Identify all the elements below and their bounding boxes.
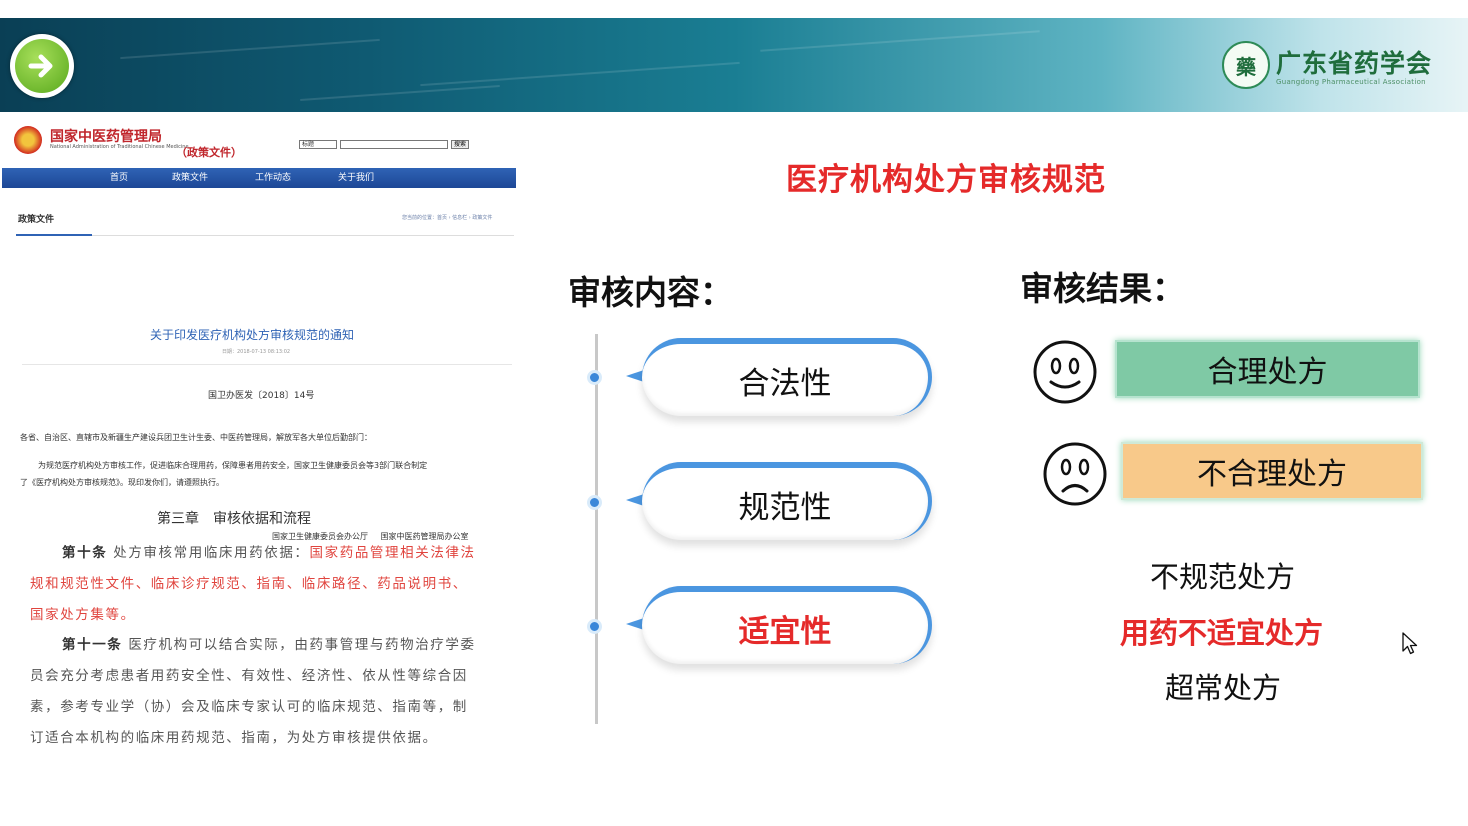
mouse-pointer-icon [1402,632,1418,655]
document-navbar: 首页 政策文件 工作动态 关于我们 [2,168,516,188]
window-top-strip [0,0,1468,18]
smiley-face-icon [1033,340,1097,404]
document-number: 国卫办医发〔2018〕14号 [208,391,315,401]
frown-face-icon [1043,442,1107,506]
nav-item-policy[interactable]: 政策文件 [172,168,208,188]
nav-item-about[interactable]: 关于我们 [338,168,374,188]
nav-item-home[interactable]: 首页 [110,168,128,188]
content-item-legality[interactable]: 合法性 [622,338,934,418]
org-name: 国家中医药管理局 [50,129,162,145]
next-slide-button[interactable] [10,34,74,98]
notice-divider [22,364,512,365]
panel-heading-underline [16,234,92,236]
article-10-text: 处方审核常用临床用药依据： [113,545,310,561]
brand-logo: 藥 广东省药学会 Guangdong Pharmaceutical Associ… [1222,40,1432,90]
content-item-label: 适宜性 [642,586,932,664]
doc-search: 标题 搜索 [299,140,469,149]
timeline-dot [587,370,602,385]
content-item-label: 规范性 [642,462,932,540]
search-button[interactable]: 搜索 [451,140,469,149]
article-10: 第十条 处方审核常用临床用药依据：国家药品管理相关法律法规和规范性文件、临床诊疗… [30,538,478,631]
timeline-dot [587,619,602,634]
brand-subtitle: Guangdong Pharmaceutical Association [1276,78,1426,86]
result-unreasonable[interactable]: 不合理处方 [1121,442,1423,500]
sub-item-excessive: 超常处方 [1165,671,1282,705]
article-10-lead: 第十条 [62,545,108,561]
breadcrumb[interactable]: 您当前的位置：首页 › 信息栏 › 政策文件 [402,214,492,221]
search-input[interactable] [340,140,448,149]
notice-title[interactable]: 关于印发医疗机构处方审核规范的通知 [150,326,354,343]
banner-streak [760,30,1040,52]
timeline-dot [587,495,602,510]
article-11-lead: 第十一条 [62,637,123,653]
slide-title: 医疗机构处方审核规范 [786,162,1106,198]
addressee: 各省、自治区、直辖市及新疆生产建设兵团卫生计生委、中医药管理局，解放军各大单位后… [20,433,372,442]
content-item-standardization[interactable]: 规范性 [622,462,934,542]
panel-heading: 政策文件 [18,215,55,225]
body-line-1: 为规范医疗机构处方审核工作，促进临床合理用药，保障患者用药安全，国家卫生健康委员… [38,461,428,470]
content-heading: 审核内容： [568,273,733,312]
notice-date: 日期：2018-07-13 08:13:02 [222,349,291,355]
result-heading: 审核结果： [1020,269,1185,308]
chapter-heading: 第三章 审核依据和流程 [157,511,311,527]
content-item-label: 合法性 [642,338,932,416]
article-11-text: 医疗机构可以结合实际，由药事管理与药物治疗学委员会充分考虑患者用药安全性、有效性… [30,637,476,746]
body-line-2: 了《医疗机构处方审核规范》。现印发你们，请遵照执行。 [20,478,224,487]
org-name-en: National Administration of Traditional C… [50,144,189,150]
content-item-appropriateness[interactable]: 适宜性 [622,586,934,666]
search-select[interactable]: 标题 [299,140,337,149]
timeline-line [595,334,598,724]
article-11: 第十一条 医疗机构可以结合实际，由药事管理与药物治疗学委员会充分考虑患者用药安全… [30,630,478,754]
banner-streak [300,85,500,101]
nav-item-news[interactable]: 工作动态 [255,168,291,188]
policy-tag: （政策文件） [176,146,242,159]
arrow-right-icon [15,39,69,93]
association-seal-icon: 藥 [1222,41,1270,89]
result-reasonable[interactable]: 合理处方 [1115,340,1420,398]
policy-document-screenshot: 国家中医药管理局 National Administration of Trad… [0,120,518,826]
sub-item-inappropriate: 用药不适宜处方 [1120,616,1324,650]
brand-name: 广东省药学会 [1276,49,1433,78]
document-header: 国家中医药管理局 National Administration of Trad… [0,120,518,168]
banner-streak [120,38,380,60]
banner-streak [420,61,740,87]
sub-item-nonstandard: 不规范处方 [1150,560,1296,594]
national-emblem-icon [14,126,42,154]
